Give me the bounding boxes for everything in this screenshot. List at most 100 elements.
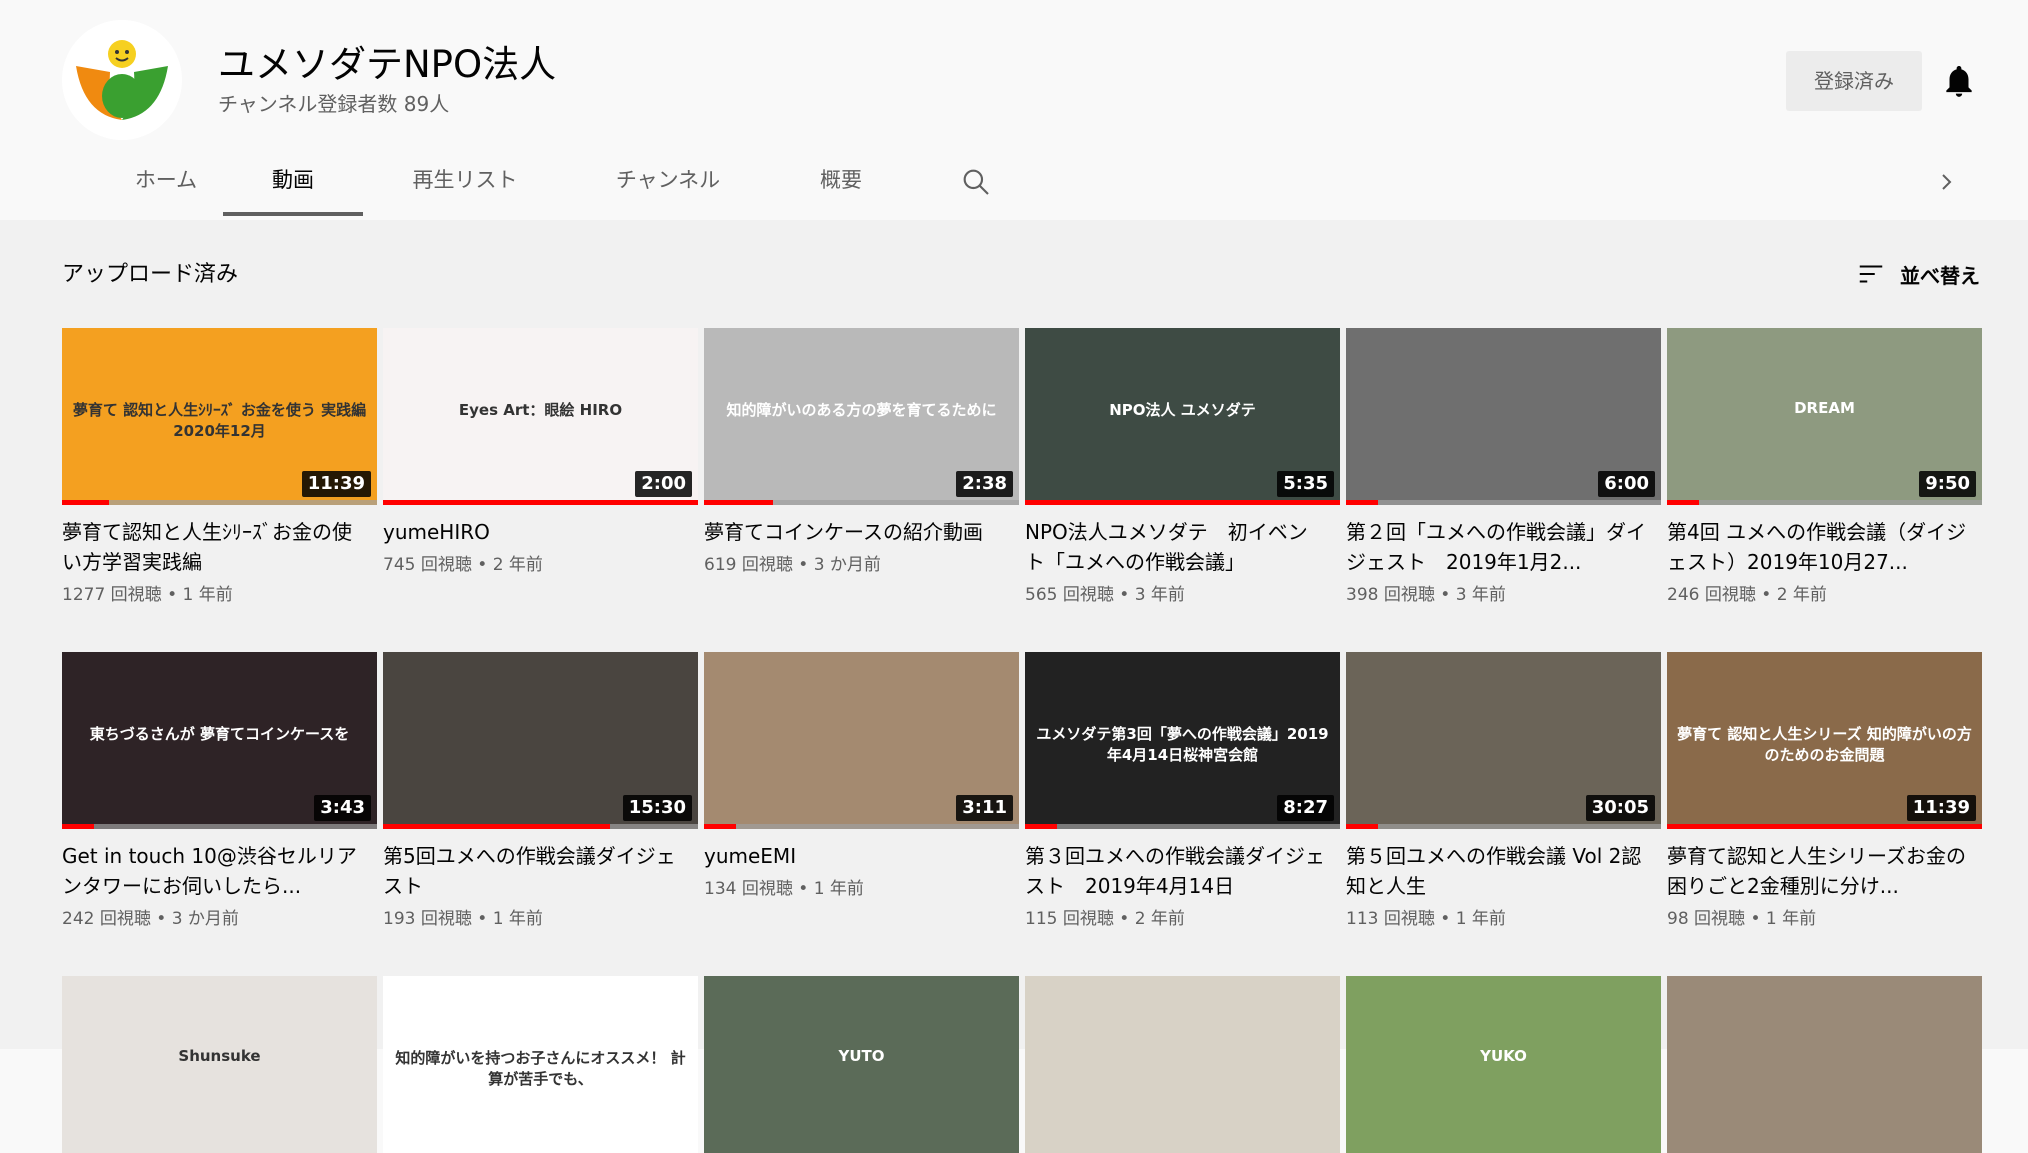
video-thumbnail[interactable] [1667, 976, 1982, 1153]
view-count: 98 回視聴 [1667, 909, 1746, 929]
video-thumbnail[interactable]: 夢育て 認知と人生シリーズ 知的障がいの方のためのお金問題 11:39 [1667, 652, 1982, 829]
tab-playlists[interactable]: 再生リスト [395, 160, 535, 220]
watch-progress-track [62, 824, 377, 829]
video-duration: 5:35 [1277, 471, 1334, 497]
video-card[interactable]: 15:30 第5回ユメへの作戦会議ダイジェスト 193 回視聴 • 1 年前 [383, 652, 698, 931]
video-card[interactable]: 知的障がいを持つお子さんにオススメ！ 計算が苦手でも、 [383, 976, 698, 1153]
sort-button[interactable]: 並べ替え [1856, 256, 1980, 292]
video-thumbnail[interactable]: 知的障がいを持つお子さんにオススメ！ 計算が苦手でも、 [383, 976, 698, 1153]
video-title[interactable]: yumeHIRO [383, 517, 683, 547]
video-thumbnail[interactable]: DREAM 9:50 [1667, 328, 1982, 505]
watch-progress-track [1025, 824, 1340, 829]
video-card[interactable]: Shunsuke [62, 976, 377, 1153]
watch-progress-track [1667, 500, 1982, 505]
video-duration: 3:43 [314, 795, 371, 821]
video-thumbnail[interactable]: 15:30 [383, 652, 698, 829]
video-duration: 2:38 [956, 471, 1013, 497]
upload-age: 2 年前 [492, 555, 543, 575]
subscribed-button[interactable]: 登録済み [1786, 51, 1922, 111]
video-thumbnail[interactable]: 夢育て 認知と人生ｼﾘｰｽﾞ お金を使う 実践編 2020年12月 11:39 [62, 328, 377, 505]
video-card[interactable]: 30:05 第５回ユメへの作戦会議 Vol 2認知と人生 113 回視聴 • 1 年… [1346, 652, 1661, 931]
view-count: 113 回視聴 [1346, 909, 1435, 929]
video-card[interactable]: 東ちづるさんが 夢育てコインケースを 3:43 Get in touch 10@渋谷… [62, 652, 377, 931]
meta-separator: • [792, 555, 814, 575]
tab-about[interactable]: 概要 [771, 160, 911, 220]
video-meta: 115 回視聴 • 2 年前 [1025, 907, 1340, 931]
watch-progress-track [1346, 824, 1661, 829]
thumbnail-caption: NPO法人 ユメソダテ [1109, 400, 1256, 419]
watch-progress-fill [62, 824, 94, 829]
video-card[interactable]: 夢育て 認知と人生ｼﾘｰｽﾞ お金を使う 実践編 2020年12月 11:39 夢育… [62, 328, 377, 607]
video-card[interactable]: Eyes Art：眼絵 HIRO 2:00 yumeHIRO 745 回視聴 • 2 … [383, 328, 698, 577]
view-count: 1277 回視聴 [62, 585, 162, 605]
video-thumbnail[interactable]: NPO法人 ユメソダテ 5:35 [1025, 328, 1340, 505]
video-thumbnail[interactable]: Eyes Art：眼絵 HIRO 2:00 [383, 328, 698, 505]
thumbnail-caption: 知的障がいを持つお子さんにオススメ！ 計算が苦手でも、 [395, 1048, 686, 1088]
video-card[interactable]: ユメソダテ第3回「夢への作戦会議」2019年4月14日桜神宮会館 8:27 第３回ユ… [1025, 652, 1340, 931]
upload-age: 1 年前 [492, 909, 543, 929]
video-card[interactable] [1025, 976, 1340, 1153]
video-card[interactable]: 夢育て 認知と人生シリーズ 知的障がいの方のためのお金問題 11:39 夢育て認知と… [1667, 652, 1982, 931]
video-meta: 565 回視聴 • 3 年前 [1025, 583, 1340, 607]
video-card[interactable]: 知的障がいのある方の夢を育てるために 2:38 夢育てコインケースの紹介動画 619 … [704, 328, 1019, 577]
tab-home[interactable]: ホーム [96, 160, 236, 220]
video-title[interactable]: Get in touch 10@渋谷セルリアンタワーにお伺いしたら... [62, 841, 362, 901]
video-thumbnail[interactable]: ユメソダテ第3回「夢への作戦会議」2019年4月14日桜神宮会館 8:27 [1025, 652, 1340, 829]
video-title[interactable]: 夢育て認知と人生シリーズお金の困りごと2金種別に分け... [1667, 841, 1967, 901]
watch-progress-track [62, 500, 377, 505]
video-duration: 6:00 [1598, 471, 1655, 497]
view-count: 115 回視聴 [1025, 909, 1114, 929]
upload-age: 2 年前 [1134, 909, 1185, 929]
watch-progress-fill [1667, 824, 1982, 829]
video-card[interactable]: NPO法人 ユメソダテ 5:35 NPO法人ユメソダテ 初イベント「ユメへの作戦会議… [1025, 328, 1340, 607]
video-thumbnail[interactable]: 6:00 [1346, 328, 1661, 505]
video-card[interactable]: YUTO [704, 976, 1019, 1153]
video-duration: 9:50 [1919, 471, 1976, 497]
video-thumbnail[interactable]: 知的障がいのある方の夢を育てるために 2:38 [704, 328, 1019, 505]
video-title[interactable]: 夢育てコインケースの紹介動画 [704, 517, 1004, 547]
video-meta: 113 回視聴 • 1 年前 [1346, 907, 1661, 931]
video-meta: 619 回視聴 • 3 か月前 [704, 553, 1019, 577]
watch-progress-track [1025, 500, 1340, 505]
video-title[interactable]: 第３回ユメへの作戦会議ダイジェスト 2019年4月14日 [1025, 841, 1325, 901]
video-thumbnail[interactable]: 30:05 [1346, 652, 1661, 829]
bell-icon[interactable] [1940, 61, 1978, 101]
search-icon[interactable] [960, 166, 992, 198]
video-duration: 3:11 [956, 795, 1013, 821]
video-card[interactable]: DREAM 9:50 第4回 ユメへの作戦会議（ダイジェスト）2019年10月27.… [1667, 328, 1982, 607]
channel-avatar[interactable] [62, 20, 182, 140]
video-title[interactable]: NPO法人ユメソダテ 初イベント「ユメへの作戦会議」 [1025, 517, 1325, 577]
video-thumbnail[interactable]: 東ちづるさんが 夢育てコインケースを 3:43 [62, 652, 377, 829]
view-count: 193 回視聴 [383, 909, 472, 929]
thumbnail-caption: Eyes Art：眼絵 HIRO [458, 400, 623, 419]
video-title[interactable]: 第２回「ユメへの作戦会議」ダイジェスト 2019年1月2... [1346, 517, 1646, 577]
video-thumbnail[interactable]: YUTO [704, 976, 1019, 1153]
view-count: 565 回視聴 [1025, 585, 1114, 605]
sort-label: 並べ替え [1900, 263, 1980, 288]
video-card[interactable]: 3:11 yumeEMI 134 回視聴 • 1 年前 [704, 652, 1019, 901]
tab-channels[interactable]: チャンネル [598, 160, 738, 220]
upload-age: 3 年前 [1455, 585, 1506, 605]
video-meta: 398 回視聴 • 3 年前 [1346, 583, 1661, 607]
video-title[interactable]: 第4回 ユメへの作戦会議（ダイジェスト）2019年10月27... [1667, 517, 1967, 577]
video-thumbnail[interactable]: Shunsuke [62, 976, 377, 1153]
upload-age: 1 年前 [1765, 909, 1817, 929]
video-title[interactable]: 夢育て認知と人生ｼﾘｰｽﾞお金の使い方学習実践編 [62, 517, 362, 577]
video-card[interactable]: YUKO [1346, 976, 1661, 1153]
thumbnail-caption: 夢育て 認知と人生ｼﾘｰｽﾞ お金を使う 実践編 2020年12月 [72, 400, 367, 440]
video-title[interactable]: 第5回ユメへの作戦会議ダイジェスト [383, 841, 683, 901]
meta-separator: • [150, 909, 172, 929]
video-thumbnail[interactable]: YUKO [1346, 976, 1661, 1153]
video-thumbnail[interactable]: 3:11 [704, 652, 1019, 829]
view-count: 134 回視聴 [704, 879, 793, 899]
thumbnail-caption: 夢育て 認知と人生シリーズ 知的障がいの方のためのお金問題 [1677, 724, 1972, 764]
video-card[interactable]: 6:00 第２回「ユメへの作戦会議」ダイジェスト 2019年1月2... 398 回… [1346, 328, 1661, 607]
video-title[interactable]: yumeEMI [704, 841, 1004, 871]
video-title[interactable]: 第５回ユメへの作戦会議 Vol 2認知と人生 [1346, 841, 1646, 901]
videos-section: アップロード済み 並べ替え 夢育て 認知と人生ｼﾘｰｽﾞ お金を使う 実践編 2… [0, 220, 2028, 1153]
meta-separator: • [1113, 585, 1135, 605]
chevron-right-icon[interactable] [1934, 170, 1958, 194]
video-card[interactable] [1667, 976, 1982, 1153]
tab-videos[interactable]: 動画 [223, 160, 363, 220]
video-thumbnail[interactable] [1025, 976, 1340, 1153]
